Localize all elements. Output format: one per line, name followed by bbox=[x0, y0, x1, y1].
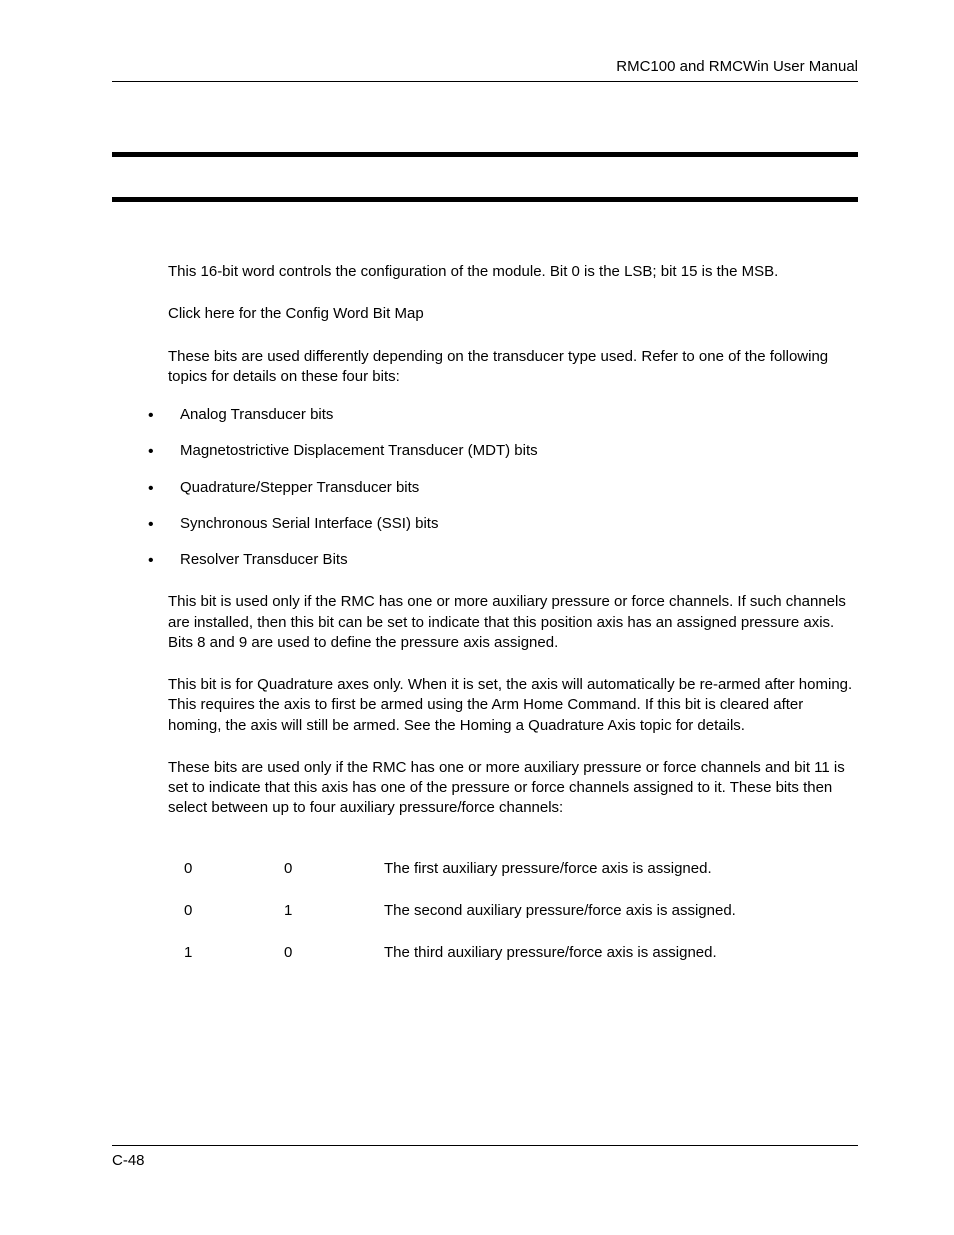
cell-bit9: 1 bbox=[184, 943, 284, 985]
cell-bit8: 1 bbox=[284, 901, 384, 943]
list-item: Resolver Transducer Bits bbox=[148, 550, 858, 570]
footer-rule bbox=[112, 1145, 858, 1146]
bit-assignment-table: 0 0 The first auxiliary pressure/force a… bbox=[184, 859, 744, 986]
section-divider-2 bbox=[112, 197, 858, 202]
intro-paragraph-3: These bits are used differently dependin… bbox=[168, 347, 858, 388]
cell-bit8: 0 bbox=[284, 943, 384, 985]
transducer-bullet-list: Analog Transducer bits Magnetostrictive … bbox=[168, 405, 858, 570]
cell-desc: The first auxiliary pressure/force axis … bbox=[384, 859, 744, 901]
list-item: Analog Transducer bits bbox=[148, 405, 858, 425]
page-header: RMC100 and RMCWin User Manual bbox=[112, 58, 858, 82]
cell-desc: The third auxiliary pressure/force axis … bbox=[384, 943, 744, 985]
intro-paragraph-1: This 16-bit word controls the configurat… bbox=[168, 262, 858, 282]
table-row: 1 0 The third auxiliary pressure/force a… bbox=[184, 943, 744, 985]
cell-bit8: 0 bbox=[284, 859, 384, 901]
table-row: 0 0 The first auxiliary pressure/force a… bbox=[184, 859, 744, 901]
cell-bit9: 0 bbox=[184, 901, 284, 943]
list-item: Synchronous Serial Interface (SSI) bits bbox=[148, 514, 858, 534]
page-footer: C-48 bbox=[112, 1145, 858, 1169]
header-title: RMC100 and RMCWin User Manual bbox=[112, 58, 858, 75]
list-item: Magnetostrictive Displacement Transducer… bbox=[148, 441, 858, 461]
intro-paragraph-2: Click here for the Config Word Bit Map bbox=[168, 304, 858, 324]
bit-paragraph-4: This bit is used only if the RMC has one… bbox=[168, 592, 858, 653]
cell-desc: The second auxiliary pressure/force axis… bbox=[384, 901, 744, 943]
list-item: Quadrature/Stepper Transducer bits bbox=[148, 478, 858, 498]
cell-bit9: 0 bbox=[184, 859, 284, 901]
section-divider-1 bbox=[112, 152, 858, 157]
header-rule bbox=[112, 81, 858, 82]
bit-paragraph-6: These bits are used only if the RMC has … bbox=[168, 758, 858, 819]
table-row: 0 1 The second auxiliary pressure/force … bbox=[184, 901, 744, 943]
page-number: C-48 bbox=[112, 1152, 858, 1169]
bit-paragraph-5: This bit is for Quadrature axes only. Wh… bbox=[168, 675, 858, 736]
body-content: This 16-bit word controls the configurat… bbox=[168, 262, 858, 985]
page-container: RMC100 and RMCWin User Manual This 16-bi… bbox=[0, 0, 954, 1235]
